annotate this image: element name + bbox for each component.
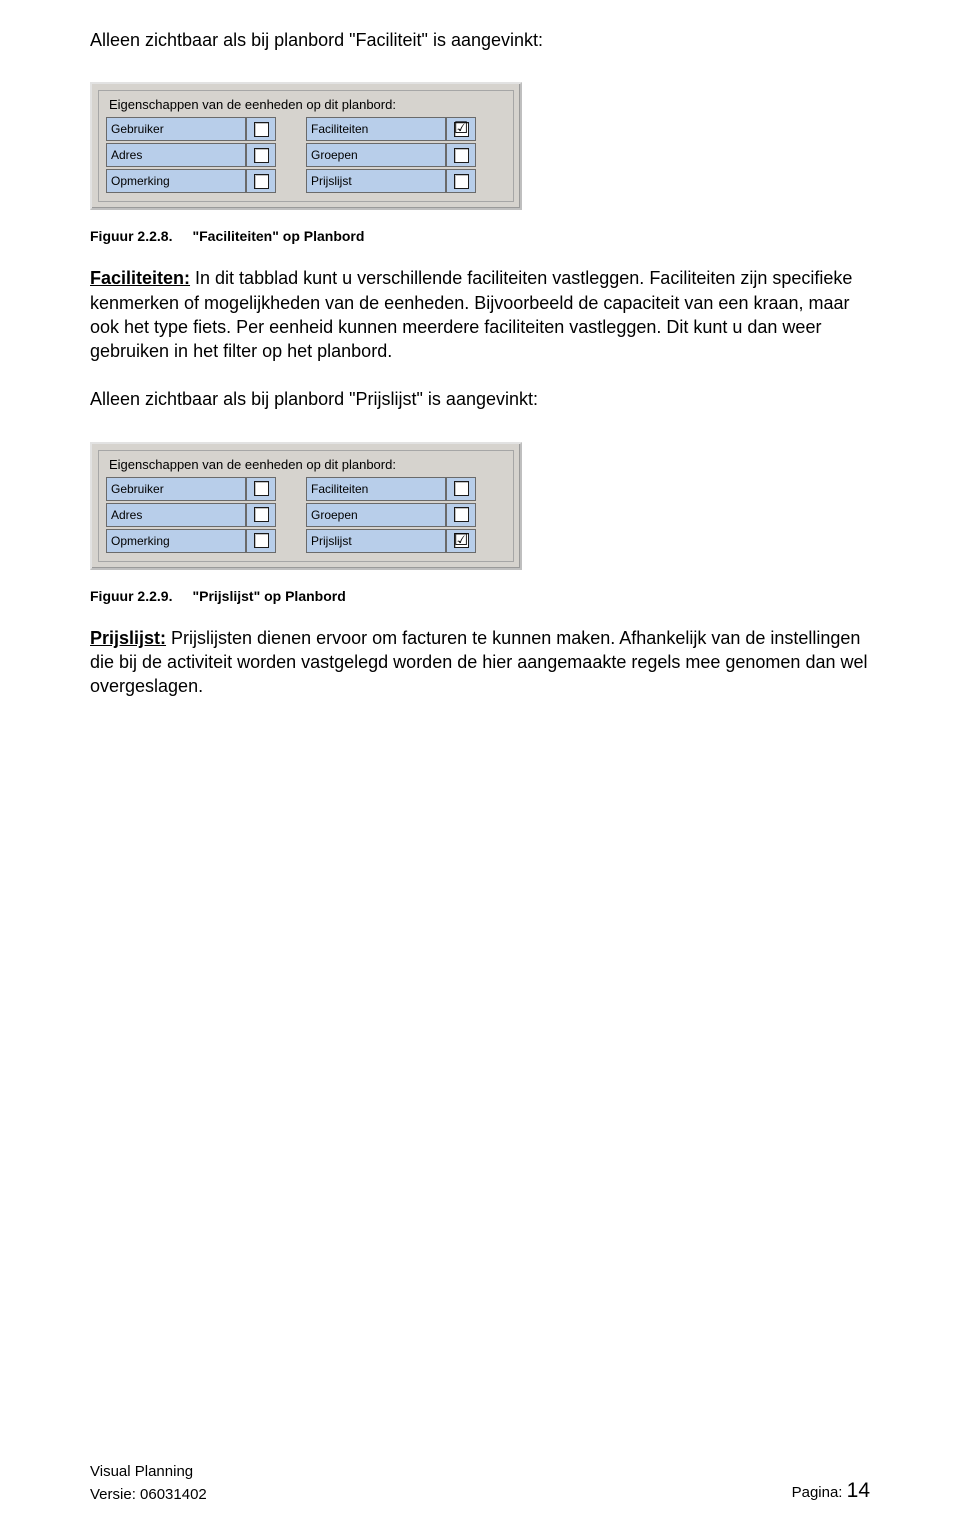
panel2-label-faciliteiten: Faciliteiten — [306, 477, 446, 501]
panel1-check-gebruiker[interactable] — [246, 117, 276, 141]
panel1-legend: Eigenschappen van de eenheden op dit pla… — [106, 97, 506, 112]
panel2-label-gebruiker: Gebruiker — [106, 477, 246, 501]
panel2-check-faciliteiten[interactable] — [446, 477, 476, 501]
figure-caption-2: Figuur 2.2.9. "Prijslijst" op Planbord — [90, 588, 870, 604]
panel2-check-adres[interactable] — [246, 503, 276, 527]
footer-page-label: Pagina: — [792, 1484, 847, 1501]
panel1-check-adres[interactable] — [246, 143, 276, 167]
footer-version: Versie: 06031402 — [90, 1486, 207, 1503]
para4-body: Prijslijsten dienen ervoor om facturen t… — [90, 628, 867, 697]
para4-heading: Prijslijst: — [90, 628, 166, 648]
page-footer: Visual Planning Versie: 06031402 Pagina:… — [90, 1463, 870, 1503]
panel2-check-opmerking[interactable] — [246, 529, 276, 553]
caption1-text: "Faciliteiten" op Planbord — [192, 228, 364, 244]
caption2-number: Figuur 2.2.9. — [90, 588, 172, 604]
panel1-label-groepen: Groepen — [306, 143, 446, 167]
intro-text-1: Alleen zichtbaar als bij planbord "Facil… — [90, 28, 870, 52]
panel1-check-prijslijst[interactable] — [446, 169, 476, 193]
panel1-label-adres: Adres — [106, 143, 246, 167]
panel1-check-faciliteiten[interactable] — [446, 117, 476, 141]
para2-body: In dit tabblad kunt u verschillende faci… — [90, 268, 852, 361]
panel2-check-gebruiker[interactable] — [246, 477, 276, 501]
footer-title: Visual Planning — [90, 1463, 207, 1480]
panel1-label-opmerking: Opmerking — [106, 169, 246, 193]
panel1-label-gebruiker: Gebruiker — [106, 117, 246, 141]
panel1-check-opmerking[interactable] — [246, 169, 276, 193]
caption2-text: "Prijslijst" op Planbord — [192, 588, 345, 604]
panel1-check-groepen[interactable] — [446, 143, 476, 167]
panel2-label-adres: Adres — [106, 503, 246, 527]
panel2-legend: Eigenschappen van de eenheden op dit pla… — [106, 457, 506, 472]
panel2-label-opmerking: Opmerking — [106, 529, 246, 553]
intro-text-2: Alleen zichtbaar als bij planbord "Prijs… — [90, 387, 870, 411]
settings-panel-2: Eigenschappen van de eenheden op dit pla… — [90, 442, 522, 570]
panel2-check-prijslijst[interactable] — [446, 529, 476, 553]
footer-page: Pagina: 14 — [792, 1479, 870, 1503]
caption1-number: Figuur 2.2.8. — [90, 228, 172, 244]
panel2-check-groepen[interactable] — [446, 503, 476, 527]
panel2-label-prijslijst: Prijslijst — [306, 529, 446, 553]
settings-panel-1: Eigenschappen van de eenheden op dit pla… — [90, 82, 522, 210]
paragraph-prijslijst: Prijslijst: Prijslijsten dienen ervoor o… — [90, 626, 870, 699]
panel1-label-prijslijst: Prijslijst — [306, 169, 446, 193]
paragraph-faciliteiten: Faciliteiten: In dit tabblad kunt u vers… — [90, 266, 870, 363]
footer-page-number: 14 — [847, 1479, 870, 1502]
para2-heading: Faciliteiten: — [90, 268, 190, 288]
panel2-label-groepen: Groepen — [306, 503, 446, 527]
figure-caption-1: Figuur 2.2.8. "Faciliteiten" op Planbord — [90, 228, 870, 244]
panel1-label-faciliteiten: Faciliteiten — [306, 117, 446, 141]
